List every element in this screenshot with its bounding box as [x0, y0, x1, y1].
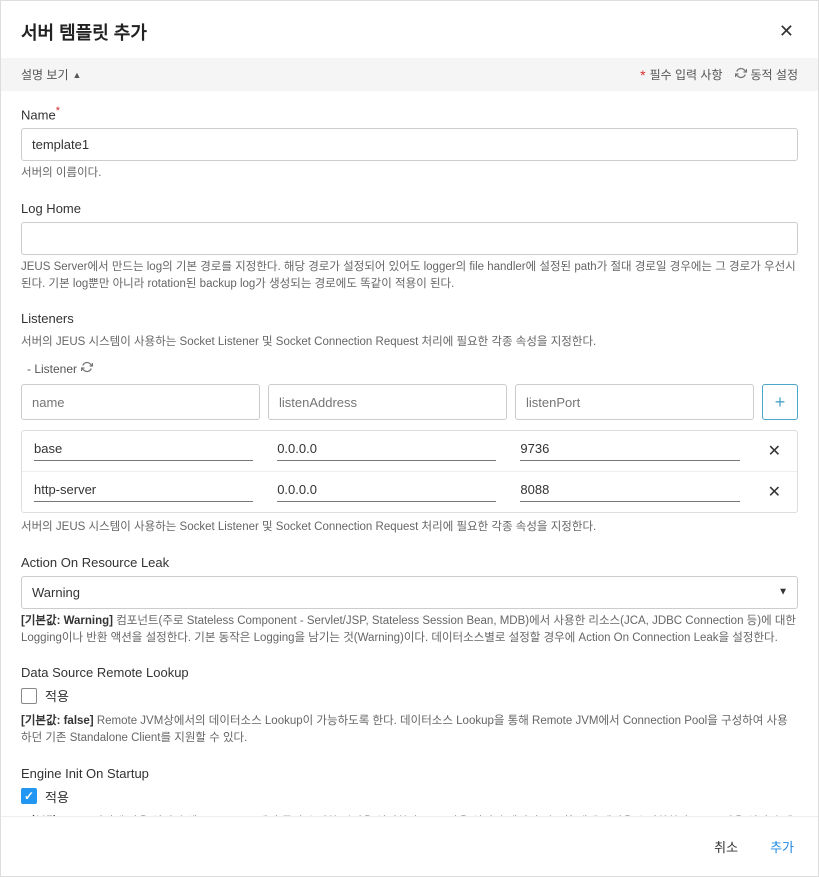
action-leak-help-text: 컴포넌트(주로 Stateless Component - Servlet/JS… [21, 615, 796, 644]
action-leak-select-wrap: Warning ▼ [21, 576, 798, 609]
dialog-title: 서버 템플릿 추가 [21, 19, 147, 45]
listener-cell-name[interactable]: http-server [34, 482, 253, 502]
log-home-input[interactable] [21, 222, 798, 255]
ds-remote-checkbox-label: 적용 [45, 686, 69, 705]
chevron-up-icon: ▲ [73, 70, 82, 80]
field-listeners: Listeners 서버의 JEUS 시스템이 사용하는 Socket List… [21, 311, 798, 537]
action-leak-help: [기본값: Warning] 컴포넌트(주로 Stateless Compone… [21, 613, 798, 648]
listener-name-input[interactable] [21, 384, 260, 420]
toolbar: 설명 보기 ▲ * 필수 입력 사항 동적 설정 [1, 58, 818, 91]
required-legend: * 필수 입력 사항 [640, 66, 722, 83]
listener-cell-name[interactable]: base [34, 441, 253, 461]
listener-table: base 0.0.0.0 9736 ✕ http-server 0.0.0.0 … [21, 430, 798, 513]
close-button[interactable]: ✕ [775, 17, 798, 46]
field-log-home: Log Home JEUS Server에서 만드는 log의 기본 경로를 지… [21, 201, 798, 294]
listeners-help-2: 서버의 JEUS 시스템이 사용하는 Socket Listener 및 Soc… [21, 519, 798, 536]
name-label-text: Name [21, 107, 56, 122]
dialog: 서버 템플릿 추가 ✕ 설명 보기 ▲ * 필수 입력 사항 동적 설정 [0, 0, 819, 877]
listener-input-row: + [21, 384, 798, 420]
cancel-button[interactable]: 취소 [710, 831, 742, 862]
listener-cell-port[interactable]: 9736 [520, 441, 739, 461]
action-leak-select[interactable]: Warning [21, 576, 798, 609]
log-home-help: JEUS Server에서 만드는 log의 기본 경로를 지정한다. 해당 경… [21, 259, 798, 294]
field-name: Name* 서버의 이름이다. [21, 105, 798, 183]
dynamic-legend-label: 동적 설정 [751, 66, 799, 83]
close-icon: ✕ [768, 443, 781, 460]
log-home-label: Log Home [21, 201, 798, 216]
listener-address-input[interactable] [268, 384, 507, 420]
name-label: Name* [21, 105, 798, 122]
add-listener-button[interactable]: + [762, 384, 798, 420]
field-ds-remote: Data Source Remote Lookup 적용 [기본값: false… [21, 665, 798, 748]
dynamic-legend: 동적 설정 [735, 66, 799, 83]
listener-cell-address[interactable]: 0.0.0.0 [277, 441, 496, 461]
dialog-footer: 취소 추가 [1, 816, 818, 876]
toolbar-legend: * 필수 입력 사항 동적 설정 [640, 66, 798, 83]
plus-icon: + [775, 392, 786, 413]
engine-init-checkbox-label: 적용 [45, 787, 69, 806]
ds-remote-label: Data Source Remote Lookup [21, 665, 798, 680]
listener-cell-address[interactable]: 0.0.0.0 [277, 482, 496, 502]
engine-init-label: Engine Init On Startup [21, 766, 798, 781]
asterisk-icon: * [640, 67, 645, 83]
engine-init-checkbox[interactable] [21, 788, 37, 804]
listeners-label: Listeners [21, 311, 798, 326]
ds-remote-help-text: Remote JVM상에서의 데이터소스 Lookup이 가능하도록 한다. 데… [21, 715, 788, 744]
description-toggle-label: 설명 보기 [21, 66, 69, 83]
ds-remote-help-bold: [기본값: false] [21, 715, 94, 727]
required-marker: * [56, 105, 60, 117]
listener-row: http-server 0.0.0.0 8088 ✕ [22, 472, 797, 512]
submit-button[interactable]: 추가 [766, 831, 798, 862]
ds-remote-help: [기본값: false] Remote JVM상에서의 데이터소스 Lookup… [21, 713, 798, 748]
required-legend-label: 필수 입력 사항 [650, 66, 723, 83]
dialog-header: 서버 템플릿 추가 ✕ [1, 1, 818, 58]
ds-remote-checkbox-row: 적용 [21, 686, 798, 705]
delete-listener-button[interactable]: ✕ [764, 482, 785, 502]
refresh-icon [735, 67, 747, 82]
listener-row: base 0.0.0.0 9736 ✕ [22, 431, 797, 472]
action-leak-label: Action On Resource Leak [21, 555, 798, 570]
field-action-leak: Action On Resource Leak Warning ▼ [기본값: … [21, 555, 798, 648]
listener-sub-label: - Listener [27, 361, 798, 376]
listeners-help: 서버의 JEUS 시스템이 사용하는 Socket Listener 및 Soc… [21, 334, 798, 351]
ds-remote-checkbox[interactable] [21, 688, 37, 704]
refresh-icon [81, 361, 93, 376]
listener-cell-port[interactable]: 8088 [520, 482, 739, 502]
listener-sub-text: - Listener [27, 362, 77, 376]
description-toggle[interactable]: 설명 보기 ▲ [21, 66, 81, 83]
dialog-content: Name* 서버의 이름이다. Log Home JEUS Server에서 만… [1, 91, 818, 816]
engine-init-checkbox-row: 적용 [21, 787, 798, 806]
delete-listener-button[interactable]: ✕ [764, 441, 785, 461]
action-leak-help-bold: [기본값: Warning] [21, 615, 113, 627]
field-engine-init: Engine Init On Startup 적용 [기본값: true] 서버… [21, 766, 798, 816]
name-help: 서버의 이름이다. [21, 165, 798, 182]
listener-port-input[interactable] [515, 384, 754, 420]
name-input[interactable] [21, 128, 798, 161]
close-icon: ✕ [768, 484, 781, 501]
close-icon: ✕ [779, 21, 794, 41]
